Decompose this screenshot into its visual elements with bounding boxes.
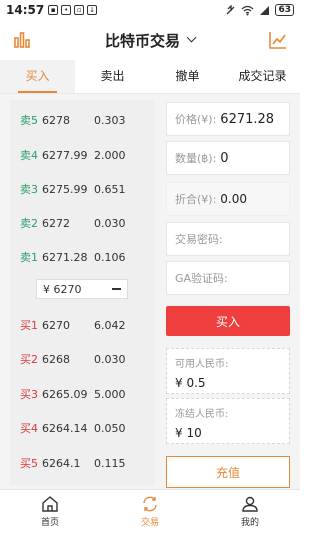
sell-row-5[interactable]: 卖5 6278 0.303 [10,110,155,130]
order-price: 6264.1 [42,456,81,470]
tab-trade-history[interactable]: 成交记录 [225,60,300,93]
sell-row-2[interactable]: 卖2 6272 0.030 [10,213,155,233]
chevron-down-icon [186,32,197,43]
buy-row-3[interactable]: 买3 6265.09 5.000 [10,384,155,404]
battery-indicator: 63 [275,4,294,16]
quantity-field[interactable]: 数量(฿): 0 [166,141,290,175]
order-qty: 0.050 [94,421,126,435]
buy-row-5[interactable]: 买5 6264.1 0.115 [10,453,155,473]
recharge-button[interactable]: 充值 [166,456,290,488]
sell-row-1[interactable]: 卖1 6271.28 0.106 [10,247,155,267]
order-label: 买1 [20,319,38,332]
order-price: 6271.28 [42,250,88,264]
order-price: 6268 [42,352,70,366]
total-value: 0.00 [220,192,248,206]
order-price: 6272 [42,216,70,230]
sell-row-3[interactable]: 卖3 6275.99 0.651 [10,179,155,199]
tab-buy[interactable]: 买入 [0,60,75,93]
tab-sell[interactable]: 卖出 [75,60,150,93]
order-label: 卖5 [20,114,38,127]
nav-home-label: 首页 [40,518,59,528]
bar-chart-icon[interactable] [12,30,32,50]
picture-icon: ▪ [48,5,59,15]
total-label: 折合(¥): [175,193,217,206]
status-time: 14:57 [6,3,45,17]
bottom-nav: 首页 交易 我的 [0,489,300,533]
order-qty: 2.000 [94,148,126,162]
notification-icons: ▪ • ▫ ↓ [48,5,98,15]
exchange-icon [143,496,157,512]
nav-home[interactable]: 首页 [0,490,100,533]
frozen-value: ¥ 10 [175,426,202,440]
order-qty: 0.115 [94,456,126,470]
order-label: 买4 [20,422,38,435]
trade-password-placeholder: 交易密码: [175,233,223,246]
order-qty: 6.042 [94,318,126,332]
order-qty: 0.106 [94,250,126,264]
order-qty: 5.000 [94,387,126,401]
user-icon [242,496,258,512]
market-selector[interactable]: 比特币交易 [104,30,197,51]
mute-icon [227,4,235,14]
frozen-label: 冻结人民币: [175,409,229,420]
order-label: 卖1 [20,251,38,264]
price-label: 价格(¥): [175,113,217,126]
order-price: 6265.09 [42,387,88,401]
total-field: 折合(¥): 0.00 [166,182,290,216]
last-price: ¥ 6270 [43,282,82,296]
price-value: 6271.28 [220,111,275,127]
message-icon: ▫ [74,5,85,15]
ga-code-placeholder: GA验证码: [175,272,228,285]
available-balance: 可用人民币: ¥ 0.5 [166,348,290,394]
trade-tabs: 买入 卖出 撤单 成交记录 [0,60,300,94]
buy-row-4[interactable]: 买4 6264.14 0.050 [10,418,155,438]
nav-profile-label: 我的 [240,518,259,528]
available-value: ¥ 0.5 [175,376,206,390]
order-qty: 0.303 [94,113,126,127]
order-label: 卖2 [20,217,38,230]
page-title: 比特币交易 [104,31,180,50]
order-label: 买5 [20,457,38,470]
nav-profile[interactable]: 我的 [200,490,300,533]
nav-trade-label: 交易 [140,518,159,528]
wifi-icon [242,5,254,15]
quantity-label: 数量(฿): [175,152,217,165]
status-bar: 14:57 ▪ • ▫ ↓ 63 [0,0,300,20]
minus-icon[interactable] [112,288,121,290]
order-qty: 0.030 [94,216,126,230]
order-label: 买2 [20,353,38,366]
download-icon: ↓ [87,5,98,15]
order-qty: 0.030 [94,352,126,366]
order-label: 买3 [20,388,38,401]
order-qty: 0.651 [94,182,126,196]
trend-chart-icon[interactable] [268,30,288,50]
nav-trade[interactable]: 交易 [100,490,200,533]
order-price: 6278 [42,113,70,127]
price-field[interactable]: 价格(¥): 6271.28 [166,102,290,136]
order-label: 卖3 [20,183,38,196]
sell-row-4[interactable]: 卖4 6277.99 2.000 [10,145,155,165]
quantity-value: 0 [220,150,229,166]
order-price: 6277.99 [42,148,88,162]
header: 比特币交易 [0,20,300,60]
last-price-box[interactable]: ¥ 6270 [36,279,128,299]
chat-icon: • [61,5,72,15]
buy-row-1[interactable]: 买1 6270 6.042 [10,315,155,335]
order-label: 卖4 [20,149,38,162]
ga-code-input[interactable]: GA验证码: [166,261,290,295]
home-icon [42,496,58,512]
trade-password-input[interactable]: 交易密码: [166,222,290,256]
tab-cancel[interactable]: 撤单 [150,60,225,93]
buy-button[interactable]: 买入 [166,306,290,336]
order-price: 6270 [42,318,70,332]
frozen-balance: 冻结人民币: ¥ 10 [166,398,290,444]
order-price: 6264.14 [42,421,88,435]
buy-row-2[interactable]: 买2 6268 0.030 [10,349,155,369]
signal-icon [260,5,270,15]
order-price: 6275.99 [42,182,88,196]
available-label: 可用人民币: [175,359,229,370]
